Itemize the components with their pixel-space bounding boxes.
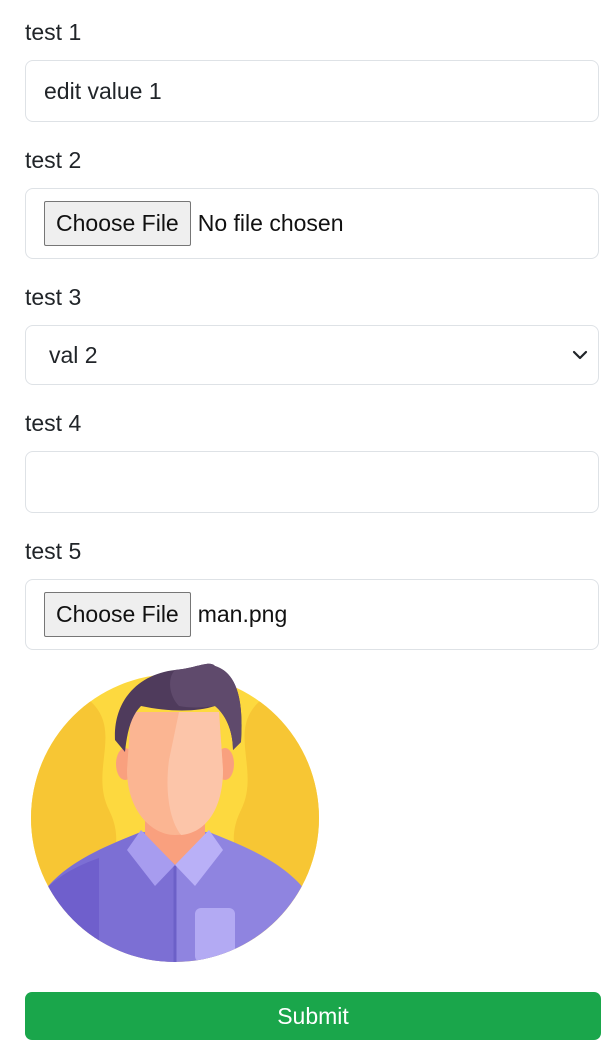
field-3-select[interactable]: val 2	[25, 325, 599, 385]
field-5-choose-file-button[interactable]: Choose File	[44, 592, 191, 637]
field-5-file-status: man.png	[197, 601, 288, 627]
field-2-file-input: Choose File No file chosen	[25, 188, 599, 259]
field-1-input[interactable]: edit value 1	[25, 60, 599, 122]
chevron-down-icon	[572, 350, 588, 360]
field-4-label: test 4	[25, 410, 82, 436]
image-preview	[29, 660, 321, 962]
field-5-file-input: Choose File man.png	[25, 579, 599, 650]
field-3-label: test 3	[25, 284, 82, 310]
man-avatar-icon	[31, 663, 319, 962]
field-5-label: test 5	[25, 538, 82, 564]
field-3-selected-value: val 2	[49, 341, 98, 368]
field-2-choose-file-button[interactable]: Choose File	[44, 201, 191, 246]
field-1-value: edit value 1	[44, 77, 162, 104]
edit-form: test 1 edit value 1 test 2 Choose File N…	[0, 0, 616, 1061]
field-2-label: test 2	[25, 147, 82, 173]
field-4-input[interactable]	[25, 451, 599, 513]
submit-button[interactable]: Submit	[25, 992, 601, 1040]
field-2-file-status: No file chosen	[197, 210, 344, 236]
field-1-label: test 1	[25, 19, 82, 45]
